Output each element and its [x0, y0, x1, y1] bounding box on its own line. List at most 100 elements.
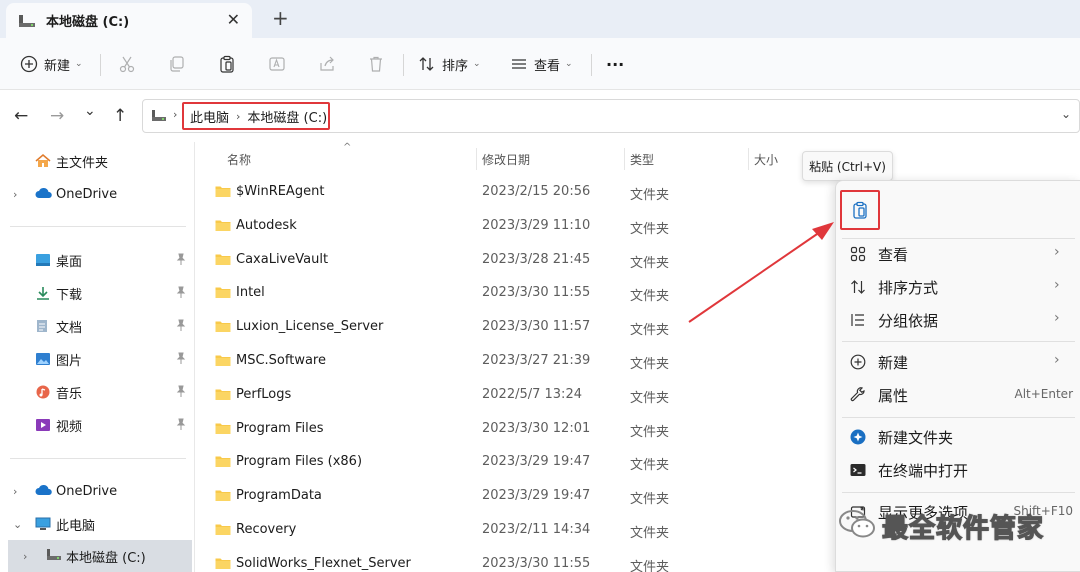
sidebar-divider: [10, 458, 186, 459]
expand-icon[interactable]: ›: [13, 485, 17, 498]
sidebar-item-downloads[interactable]: 下载: [0, 278, 192, 308]
menu-item-label: 查看: [878, 246, 909, 264]
menu-item-group-by[interactable]: 分组依据 ›: [836, 304, 1080, 337]
new-button[interactable]: 新建 ⌄: [20, 50, 83, 78]
address-dropdown-button[interactable]: ⌄: [1061, 107, 1071, 121]
pin-icon[interactable]: [176, 319, 186, 335]
menu-item-new[interactable]: 新建 ›: [836, 346, 1080, 379]
column-header-size[interactable]: 大小: [754, 151, 778, 168]
file-name: MSC.Software: [236, 353, 326, 368]
pin-icon[interactable]: [176, 286, 186, 302]
file-row[interactable]: Program Files (x86) 2023/3/29 19:47 文件夹: [195, 445, 835, 479]
address-bar[interactable]: › 此电脑 › 本地磁盘 (C:) ⌄: [142, 99, 1080, 133]
sidebar-item-label: 桌面: [56, 254, 83, 270]
folder-icon: [215, 354, 231, 371]
file-row[interactable]: $WinREAgent 2023/2/15 20:56 文件夹: [195, 175, 835, 209]
menu-item-new-folder[interactable]: 新建文件夹: [836, 421, 1080, 454]
watermark: 最全软件管家: [838, 506, 1080, 546]
file-row[interactable]: PerfLogs 2022/5/7 13:24 文件夹: [195, 378, 835, 412]
sidebar-item-desktop[interactable]: 桌面: [0, 245, 192, 275]
list-view-icon: [512, 59, 526, 69]
pin-icon[interactable]: [176, 352, 186, 368]
delete-button[interactable]: [367, 50, 385, 78]
menu-item-open-terminal[interactable]: 在终端中打开: [836, 454, 1080, 487]
expand-icon[interactable]: ›: [23, 550, 27, 563]
chevron-right-icon: ›: [1054, 352, 1060, 368]
file-row[interactable]: Intel 2023/3/30 11:55 文件夹: [195, 276, 835, 310]
desktop-icon: [35, 253, 51, 267]
pin-icon[interactable]: [176, 253, 186, 269]
view-button[interactable]: 查看 ⌄: [510, 50, 573, 78]
sidebar-item-onedrive[interactable]: › OneDrive: [0, 179, 192, 209]
file-row[interactable]: SolidWorks_Flexnet_Server 2023/3/30 11:55…: [195, 547, 835, 572]
chevron-right-icon: ›: [1054, 310, 1060, 326]
sidebar-item-home[interactable]: 主文件夹: [0, 146, 192, 176]
sidebar-divider: [10, 226, 186, 227]
column-divider[interactable]: [748, 148, 749, 170]
grid-icon: [850, 246, 866, 266]
tab-local-disk[interactable]: 本地磁盘 (C:) ✕: [6, 3, 252, 38]
sort-button[interactable]: 排序 ⌄: [418, 50, 481, 78]
more-button[interactable]: ···: [606, 50, 624, 78]
sidebar-item-videos[interactable]: 视频: [0, 410, 192, 440]
pin-icon[interactable]: [176, 385, 186, 401]
cut-button[interactable]: [118, 50, 136, 78]
file-row[interactable]: MSC.Software 2023/3/27 21:39 文件夹: [195, 344, 835, 378]
file-row[interactable]: CaxaLiveVault 2023/3/28 21:45 文件夹: [195, 243, 835, 277]
sidebar-item-pictures[interactable]: 图片: [0, 344, 192, 374]
column-divider[interactable]: [624, 148, 625, 170]
menu-item-label: 属性: [878, 387, 909, 405]
sidebar-item-label: 主文件夹: [56, 155, 109, 171]
file-row[interactable]: ProgramData 2023/3/29 19:47 文件夹: [195, 479, 835, 513]
download-icon: [35, 286, 51, 300]
pin-icon[interactable]: [176, 418, 186, 434]
file-type: 文件夹: [630, 357, 670, 372]
file-name: SolidWorks_Flexnet_Server: [236, 555, 411, 571]
divider: [403, 54, 404, 76]
drive-icon: [18, 14, 36, 28]
back-button[interactable]: ←: [14, 106, 28, 126]
sidebar-item-this-pc[interactable]: ⌄ 此电脑: [0, 509, 192, 539]
group-icon: [850, 312, 866, 332]
column-header-type[interactable]: 类型: [630, 151, 654, 168]
file-date: 2023/3/28 21:45: [482, 251, 591, 267]
view-label: 查看: [534, 58, 561, 74]
close-tab-icon[interactable]: ✕: [227, 10, 240, 29]
breadcrumb-separator[interactable]: ›: [173, 108, 177, 121]
recent-locations-button[interactable]: ⌄: [84, 103, 96, 119]
menu-item-view[interactable]: 查看 ›: [836, 238, 1080, 271]
sidebar-item-label: 图片: [56, 353, 83, 369]
sidebar-item-onedrive-2[interactable]: › OneDrive: [0, 476, 192, 506]
file-name: Program Files (x86): [236, 454, 363, 470]
menu-item-sort-by[interactable]: 排序方式 ›: [836, 271, 1080, 304]
menu-divider: [842, 417, 1075, 418]
sidebar-item-local-disk[interactable]: › 本地磁盘 (C:): [8, 540, 192, 572]
expand-icon[interactable]: ›: [13, 188, 17, 201]
new-tab-button[interactable]: +: [272, 6, 289, 30]
rename-button[interactable]: [268, 50, 286, 78]
file-row[interactable]: Recovery 2023/2/11 14:34 文件夹: [195, 513, 835, 547]
collapse-icon[interactable]: ⌄: [13, 518, 22, 531]
share-button[interactable]: [318, 50, 336, 78]
sidebar-item-documents[interactable]: 文档: [0, 311, 192, 341]
forward-button[interactable]: →: [50, 106, 64, 126]
file-row[interactable]: Program Files 2023/3/30 12:01 文件夹: [195, 412, 835, 446]
paste-button[interactable]: [218, 50, 236, 78]
document-icon: [35, 319, 51, 333]
up-button[interactable]: ↑: [113, 106, 127, 126]
navigation-pane: 主文件夹 › OneDrive 桌面 下载 文档 图片 音乐 视频 › OneD…: [0, 142, 195, 572]
paste-menu-button[interactable]: [840, 190, 880, 230]
file-type: 文件夹: [630, 424, 670, 440]
breadcrumb-this-pc[interactable]: 此电脑: [190, 107, 229, 126]
column-header-name[interactable]: 名称: [227, 151, 251, 168]
sidebar-item-music[interactable]: 音乐: [0, 377, 192, 407]
column-header-date[interactable]: 修改日期: [482, 151, 530, 168]
file-row[interactable]: Luxion_License_Server 2023/3/30 11:57 文件夹: [195, 310, 835, 344]
menu-item-properties[interactable]: 属性 Alt+Enter: [836, 379, 1080, 412]
video-icon: [35, 418, 51, 432]
breadcrumb-separator[interactable]: ›: [236, 110, 240, 123]
copy-button[interactable]: [168, 50, 186, 78]
column-divider[interactable]: [476, 148, 477, 170]
file-row[interactable]: Autodesk 2023/3/29 11:10 文件夹: [195, 209, 835, 243]
breadcrumb-local-disk[interactable]: 本地磁盘 (C:): [247, 107, 327, 126]
